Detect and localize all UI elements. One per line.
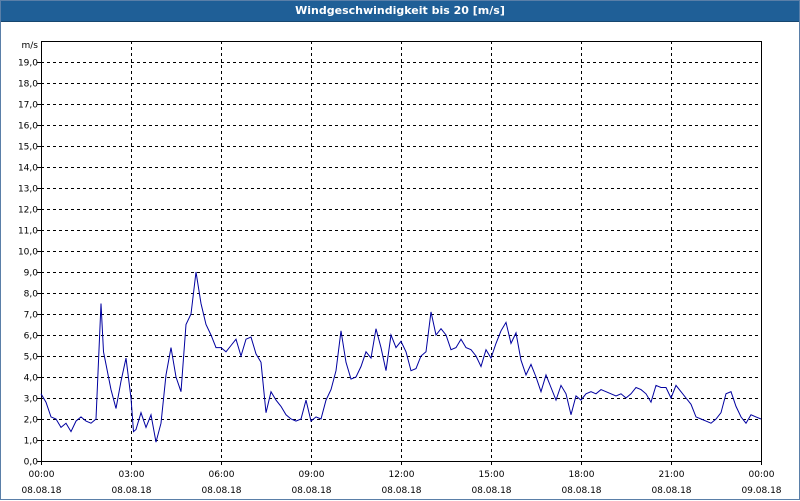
x-tick-date-label: 08.08.18 [291, 486, 331, 496]
x-tick-time-label: 00:00 [749, 470, 775, 480]
x-tick-time-label: 09:00 [299, 470, 325, 480]
y-tick-label: 13,0 [18, 185, 38, 195]
y-tick-label: 2,0 [24, 416, 39, 426]
y-tick-label: 14,0 [18, 164, 38, 174]
y-tick-label: 16,0 [18, 122, 38, 132]
x-tick-date-label: 08.08.18 [651, 486, 691, 496]
x-tick-date-label: 08.08.18 [21, 486, 61, 496]
y-axis-unit-label: m/s [22, 41, 39, 51]
y-tick-label: 9,0 [24, 269, 39, 279]
y-tick-label: 7,0 [24, 311, 39, 321]
x-tick-time-label: 12:00 [389, 470, 415, 480]
y-tick-label: 12,0 [18, 206, 38, 216]
y-tick-label: 5,0 [24, 353, 39, 363]
x-tick-date-label: 08.08.18 [201, 486, 241, 496]
y-tick-label: 6,0 [24, 332, 39, 342]
x-tick-time-label: 06:00 [209, 470, 235, 480]
x-tick-time-label: 00:00 [29, 470, 55, 480]
y-tick-label: 0,0 [24, 458, 39, 468]
y-tick-label: 8,0 [24, 290, 39, 300]
y-tick-label: 3,0 [24, 395, 39, 405]
wind-speed-chart: 0,0 1,0 2,0 3,0 4,0 5,0 6,0 7,0 8,0 9,0 10,0 11,0 12… [18, 41, 782, 496]
y-tick-label: 10,0 [18, 248, 38, 258]
x-tick-time-label: 03:00 [119, 470, 145, 480]
x-tick-date-label: 08.08.18 [561, 486, 601, 496]
y-tick-label: 19,0 [18, 59, 38, 69]
x-tick-time-label: 18:00 [569, 470, 595, 480]
x-tick-time-label: 21:00 [659, 470, 685, 480]
x-tick-date-label: 09.08.18 [741, 486, 781, 496]
x-tick-date-label: 08.08.18 [111, 486, 151, 496]
y-tick-label: 17,0 [18, 101, 38, 111]
y-tick-label: 1,0 [24, 437, 39, 447]
y-tick-label: 18,0 [18, 80, 38, 90]
chart-window: Windgeschwindigkeit bis 20 [m/s] 0,0 1,0 2… [0, 0, 800, 500]
y-tick-label: 4,0 [24, 374, 39, 384]
y-tick-label: 11,0 [18, 227, 38, 237]
wind-speed-series-line [40, 271, 762, 443]
x-tick-time-label: 15:00 [479, 470, 505, 480]
x-tick-date-label: 08.08.18 [471, 486, 511, 496]
x-tick-date-label: 08.08.18 [381, 486, 421, 496]
y-tick-label: 15,0 [18, 143, 38, 153]
